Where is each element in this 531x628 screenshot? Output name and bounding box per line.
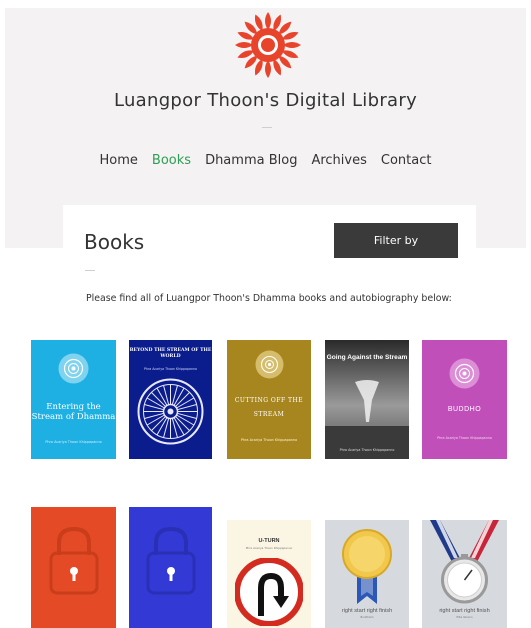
book-author: Phra Acariya Thoon Khippapanno: [45, 440, 102, 444]
lotus-icon: [58, 353, 89, 384]
u-turn-sign-icon: [235, 558, 303, 626]
book-cover-padlock-blue[interactable]: [129, 507, 212, 628]
book-cover-cutting-off-the-stream[interactable]: CUTTING OFF THE STREAM Phra Acariya Thoo…: [227, 340, 311, 459]
book-title: BEYOND THE STREAM OF THE WORLD: [129, 348, 212, 359]
book-cover-entering-the-stream[interactable]: Entering the Stream of Dhamma Phra Acari…: [31, 340, 116, 459]
book-title: Entering the Stream of Dhamma: [31, 402, 116, 422]
title-divider: [262, 127, 272, 128]
lotus-icon: [449, 358, 480, 389]
padlock-icon: [49, 526, 99, 595]
book-cover-right-start-right-finish-elite[interactable]: right start right finish Elite Version: [422, 520, 507, 628]
nav-books[interactable]: Books: [152, 153, 191, 168]
nav-home[interactable]: Home: [100, 153, 138, 168]
site-title[interactable]: Luangpor Thoon's Digital Library: [0, 90, 531, 111]
book-cover-buddho[interactable]: BUDDHO Phra Acariya Thoon Khippapanno: [422, 340, 507, 459]
book-title: U-TURN: [258, 538, 280, 544]
padlock-icon: [146, 526, 196, 595]
book-cover-going-against-the-stream[interactable]: Going Against the Stream Phra Acariya Th…: [325, 340, 409, 459]
book-title: Going Against the Stream: [326, 354, 408, 361]
book-title: BUDDHO: [447, 406, 482, 413]
book-author: Phra Acariya Thoon Khippapanno: [245, 546, 293, 550]
book-title: right start right finish: [341, 608, 393, 614]
page-title-divider: [85, 270, 95, 271]
nav-dhamma-blog[interactable]: Dhamma Blog: [205, 153, 297, 168]
book-cover-u-turn[interactable]: U-TURN Phra Acariya Thoon Khippapanno: [227, 520, 311, 628]
nav-contact[interactable]: Contact: [381, 153, 432, 168]
page-title: Books: [84, 230, 145, 254]
book-title: right start right finish: [439, 608, 490, 614]
book-author: Buddhism: [360, 616, 374, 619]
main-nav: Home Books Dhamma Blog Archives Contact: [0, 153, 531, 168]
book-cover-beyond-the-stream[interactable]: BEYOND THE STREAM OF THE WORLD Phra Acar…: [129, 340, 212, 459]
book-author: Phra Acariya Thoon Khippapanno: [144, 367, 197, 371]
nav-archives[interactable]: Archives: [311, 153, 366, 168]
book-author: Elite Version: [456, 616, 473, 619]
lotus-icon: [255, 350, 284, 379]
book-author: Phra Acariya Thoon Khippapanno: [437, 436, 492, 440]
stopwatch-medal-icon: [430, 520, 499, 604]
medal-icon: [342, 529, 392, 604]
book-cover-right-start-right-finish[interactable]: right start right finish Buddhism: [325, 520, 409, 628]
book-author: Phra Acariya Thoon Khippapanno: [240, 438, 298, 442]
book-cover-padlock-red[interactable]: [31, 507, 116, 628]
lotus-logo-icon[interactable]: [233, 10, 303, 80]
filter-button[interactable]: Filter by: [334, 223, 458, 258]
intro-text: Please find all of Luangpor Thoon's Dham…: [86, 293, 452, 304]
dhamma-wheel-icon: [137, 378, 204, 445]
book-title: CUTTING OFF THE STREAM: [234, 397, 304, 418]
book-author: Phra Acariya Thoon Khippapanno: [339, 448, 395, 452]
